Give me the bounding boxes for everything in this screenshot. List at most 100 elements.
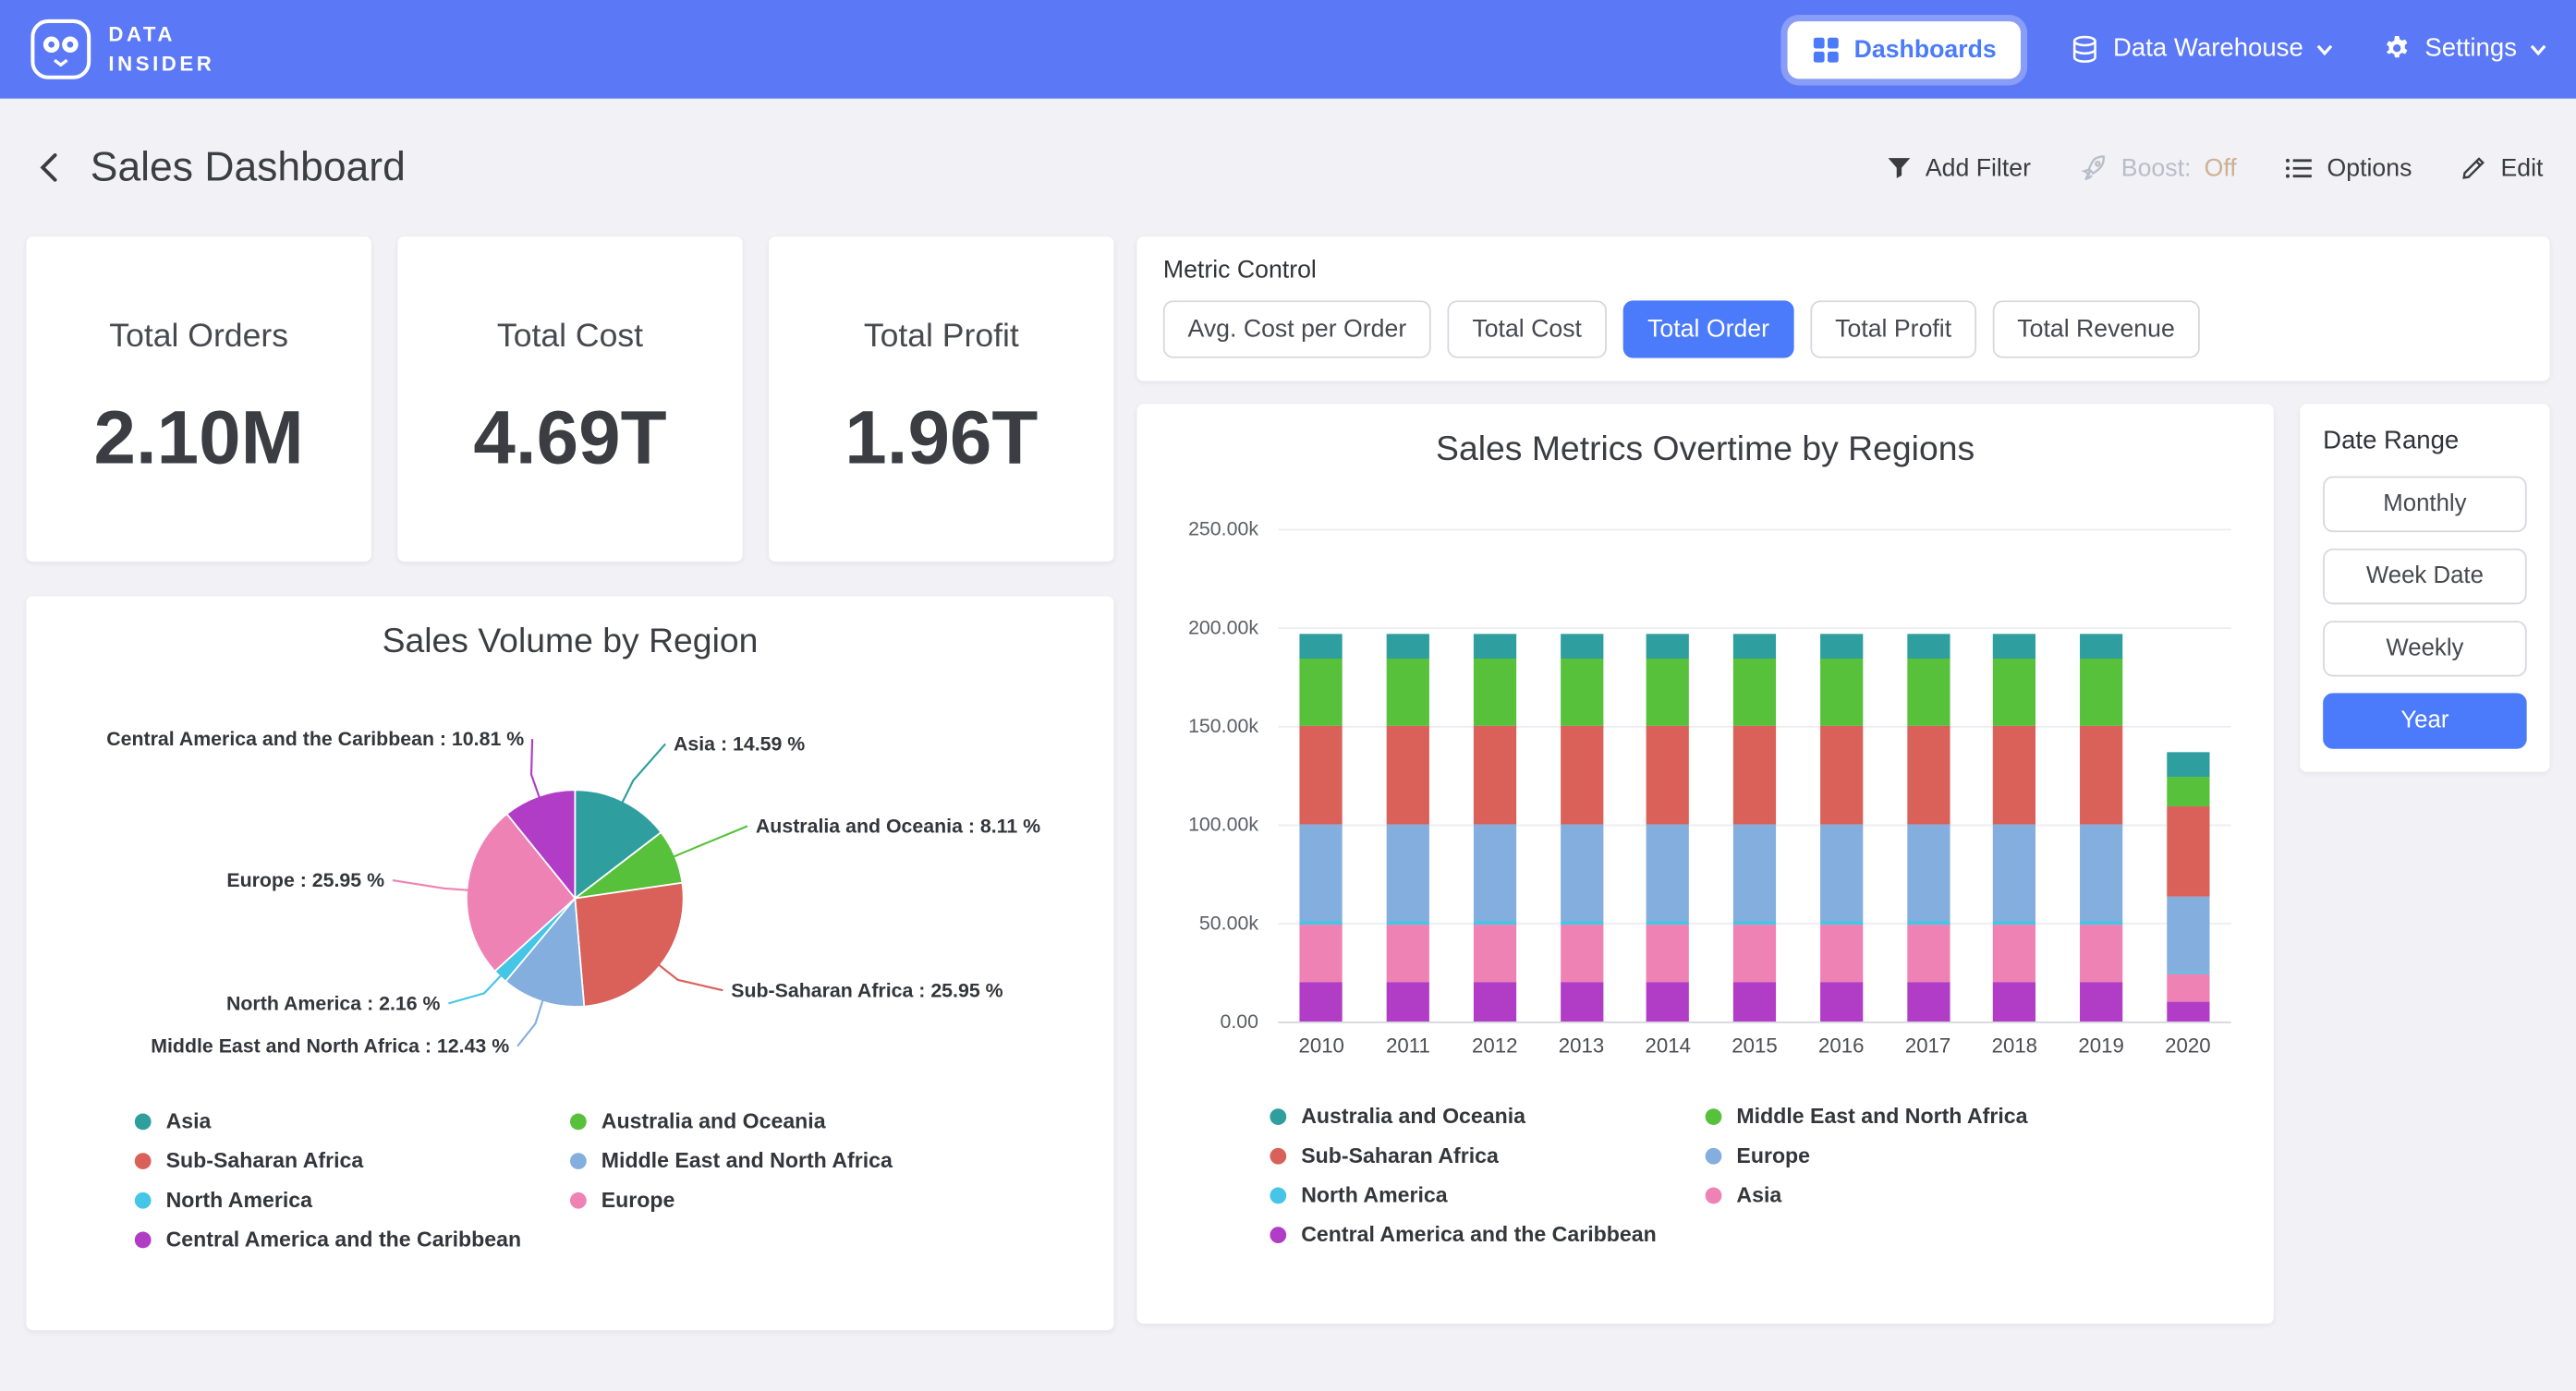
bar-segment-central-america-and-the-caribbean[interactable] xyxy=(2167,1002,2209,1022)
stacked-bar-2019[interactable] xyxy=(2080,634,2122,1022)
legend-item-central-america-and-the-caribbean[interactable]: Central America and the Caribbean xyxy=(1270,1222,1705,1247)
metric-button-total-revenue[interactable]: Total Revenue xyxy=(1993,300,2200,357)
bar-segment-europe[interactable] xyxy=(1820,825,1863,922)
bar-segment-central-america-and-the-caribbean[interactable] xyxy=(1300,982,1343,1022)
bar-segment-middle-east-and-north-africa[interactable] xyxy=(1387,659,1429,726)
bar-segment-australia-and-oceania[interactable] xyxy=(1387,634,1429,659)
legend-item-sub-saharan-africa[interactable]: Sub-Saharan Africa xyxy=(135,1148,570,1173)
bar-segment-middle-east-and-north-africa[interactable] xyxy=(1993,659,2035,726)
bar-segment-central-america-and-the-caribbean[interactable] xyxy=(1474,982,1516,1022)
bar-segment-asia[interactable] xyxy=(1646,925,1689,982)
bar-segment-middle-east-and-north-africa[interactable] xyxy=(1906,659,1949,726)
date-range-button-week-date[interactable]: Week Date xyxy=(2323,549,2526,604)
bar-segment-australia-and-oceania[interactable] xyxy=(2167,752,2209,778)
legend-item-europe[interactable]: Europe xyxy=(1706,1143,2141,1168)
edit-button[interactable]: Edit xyxy=(2461,153,2544,181)
metric-button-avg-cost-per-order[interactable]: Avg. Cost per Order xyxy=(1163,300,1431,357)
bar-segment-australia-and-oceania[interactable] xyxy=(1906,634,1949,659)
bar-segment-australia-and-oceania[interactable] xyxy=(1474,634,1516,659)
metric-button-total-order[interactable]: Total Order xyxy=(1622,300,1793,357)
add-filter-button[interactable]: Add Filter xyxy=(1886,153,2031,181)
bar-segment-central-america-and-the-caribbean[interactable] xyxy=(2080,982,2122,1022)
bar-segment-middle-east-and-north-africa[interactable] xyxy=(2080,659,2122,726)
bar-segment-central-america-and-the-caribbean[interactable] xyxy=(1646,982,1689,1022)
date-range-button-year[interactable]: Year xyxy=(2323,693,2526,748)
bar-segment-australia-and-oceania[interactable] xyxy=(2080,634,2122,659)
bar-segment-australia-and-oceania[interactable] xyxy=(1300,634,1343,659)
bar-segment-central-america-and-the-caribbean[interactable] xyxy=(1993,982,2035,1022)
bar-segment-asia[interactable] xyxy=(2080,925,2122,982)
bar-segment-middle-east-and-north-africa[interactable] xyxy=(1820,659,1863,726)
bar-segment-asia[interactable] xyxy=(1560,925,1602,982)
bar-segment-central-america-and-the-caribbean[interactable] xyxy=(1820,982,1863,1022)
bar-segment-europe[interactable] xyxy=(2167,898,2209,973)
stacked-bar-2013[interactable] xyxy=(1560,634,1602,1022)
bar-segment-asia[interactable] xyxy=(1820,925,1863,982)
bar-segment-asia[interactable] xyxy=(2167,974,2209,1002)
bar-segment-asia[interactable] xyxy=(1387,925,1429,982)
stacked-bar-2011[interactable] xyxy=(1387,634,1429,1022)
legend-item-north-america[interactable]: North America xyxy=(1270,1182,1705,1207)
pie-chart[interactable]: Asia : 14.59 %Australia and Oceania : 8.… xyxy=(26,669,1113,1095)
bar-segment-europe[interactable] xyxy=(1906,825,1949,922)
stacked-bar-2020[interactable] xyxy=(2167,752,2209,1022)
date-range-button-weekly[interactable]: Weekly xyxy=(2323,621,2526,676)
brand-logo[interactable]: DATA INSIDER xyxy=(30,18,214,81)
legend-item-sub-saharan-africa[interactable]: Sub-Saharan Africa xyxy=(1270,1143,1705,1168)
bar-segment-europe[interactable] xyxy=(1733,825,1776,922)
bar-segment-sub-saharan-africa[interactable] xyxy=(2080,726,2122,825)
bar-segment-sub-saharan-africa[interactable] xyxy=(1733,726,1776,825)
metric-button-total-cost[interactable]: Total Cost xyxy=(1448,300,1607,357)
legend-item-australia-and-oceania[interactable]: Australia and Oceania xyxy=(1270,1104,1705,1129)
bar-segment-asia[interactable] xyxy=(1906,925,1949,982)
bar-segment-middle-east-and-north-africa[interactable] xyxy=(1733,659,1776,726)
legend-item-middle-east-and-north-africa[interactable]: Middle East and North Africa xyxy=(570,1148,1005,1173)
bar-segment-sub-saharan-africa[interactable] xyxy=(2167,806,2209,897)
legend-item-australia-and-oceania[interactable]: Australia and Oceania xyxy=(570,1108,1005,1133)
bar-segment-australia-and-oceania[interactable] xyxy=(1733,634,1776,659)
bar-segment-europe[interactable] xyxy=(1474,825,1516,922)
stacked-bar-2018[interactable] xyxy=(1993,634,2035,1022)
bar-segment-central-america-and-the-caribbean[interactable] xyxy=(1733,982,1776,1022)
bar-segment-europe[interactable] xyxy=(1387,825,1429,922)
bar-segment-europe[interactable] xyxy=(1560,825,1602,922)
bar-segment-europe[interactable] xyxy=(1993,825,2035,922)
bar-segment-sub-saharan-africa[interactable] xyxy=(1906,726,1949,825)
bar-segment-europe[interactable] xyxy=(2080,825,2122,922)
bar-chart-plot[interactable]: 250.00k200.00k150.00k100.00k50.00k0.00 xyxy=(1278,529,2230,1022)
bar-segment-asia[interactable] xyxy=(1474,925,1516,982)
bar-segment-central-america-and-the-caribbean[interactable] xyxy=(1387,982,1429,1022)
bar-segment-sub-saharan-africa[interactable] xyxy=(1300,726,1343,825)
bar-segment-europe[interactable] xyxy=(1646,825,1689,922)
bar-segment-middle-east-and-north-africa[interactable] xyxy=(2167,777,2209,806)
nav-dashboards[interactable]: Dashboards xyxy=(1787,20,2022,78)
bar-segment-middle-east-and-north-africa[interactable] xyxy=(1300,659,1343,726)
stacked-bar-2014[interactable] xyxy=(1646,634,1689,1022)
boost-button[interactable]: Boost: Off xyxy=(2080,153,2236,181)
nav-settings[interactable]: Settings xyxy=(2382,34,2546,64)
legend-item-asia[interactable]: Asia xyxy=(1706,1182,2141,1207)
legend-item-europe[interactable]: Europe xyxy=(570,1188,1005,1213)
stacked-bar-2017[interactable] xyxy=(1906,634,1949,1022)
bar-segment-australia-and-oceania[interactable] xyxy=(1820,634,1863,659)
bar-segment-sub-saharan-africa[interactable] xyxy=(1820,726,1863,825)
stacked-bar-2016[interactable] xyxy=(1820,634,1863,1022)
bar-segment-australia-and-oceania[interactable] xyxy=(1993,634,2035,659)
options-button[interactable]: Options xyxy=(2286,153,2412,181)
back-button[interactable] xyxy=(33,146,65,188)
bar-segment-central-america-and-the-caribbean[interactable] xyxy=(1560,982,1602,1022)
metric-button-total-profit[interactable]: Total Profit xyxy=(1810,300,1975,357)
bar-segment-middle-east-and-north-africa[interactable] xyxy=(1646,659,1689,726)
legend-item-asia[interactable]: Asia xyxy=(135,1108,570,1133)
bar-segment-asia[interactable] xyxy=(1733,925,1776,982)
legend-item-central-america-and-the-caribbean[interactable]: Central America and the Caribbean xyxy=(135,1227,570,1252)
date-range-button-monthly[interactable]: Monthly xyxy=(2323,477,2526,532)
bar-segment-australia-and-oceania[interactable] xyxy=(1646,634,1689,659)
bar-segment-sub-saharan-africa[interactable] xyxy=(1993,726,2035,825)
bar-segment-middle-east-and-north-africa[interactable] xyxy=(1560,659,1602,726)
bar-segment-asia[interactable] xyxy=(1993,925,2035,982)
stacked-bar-2010[interactable] xyxy=(1300,634,1343,1022)
bar-segment-asia[interactable] xyxy=(1300,925,1343,982)
legend-item-middle-east-and-north-africa[interactable]: Middle East and North Africa xyxy=(1706,1104,2141,1129)
bar-segment-australia-and-oceania[interactable] xyxy=(1560,634,1602,659)
